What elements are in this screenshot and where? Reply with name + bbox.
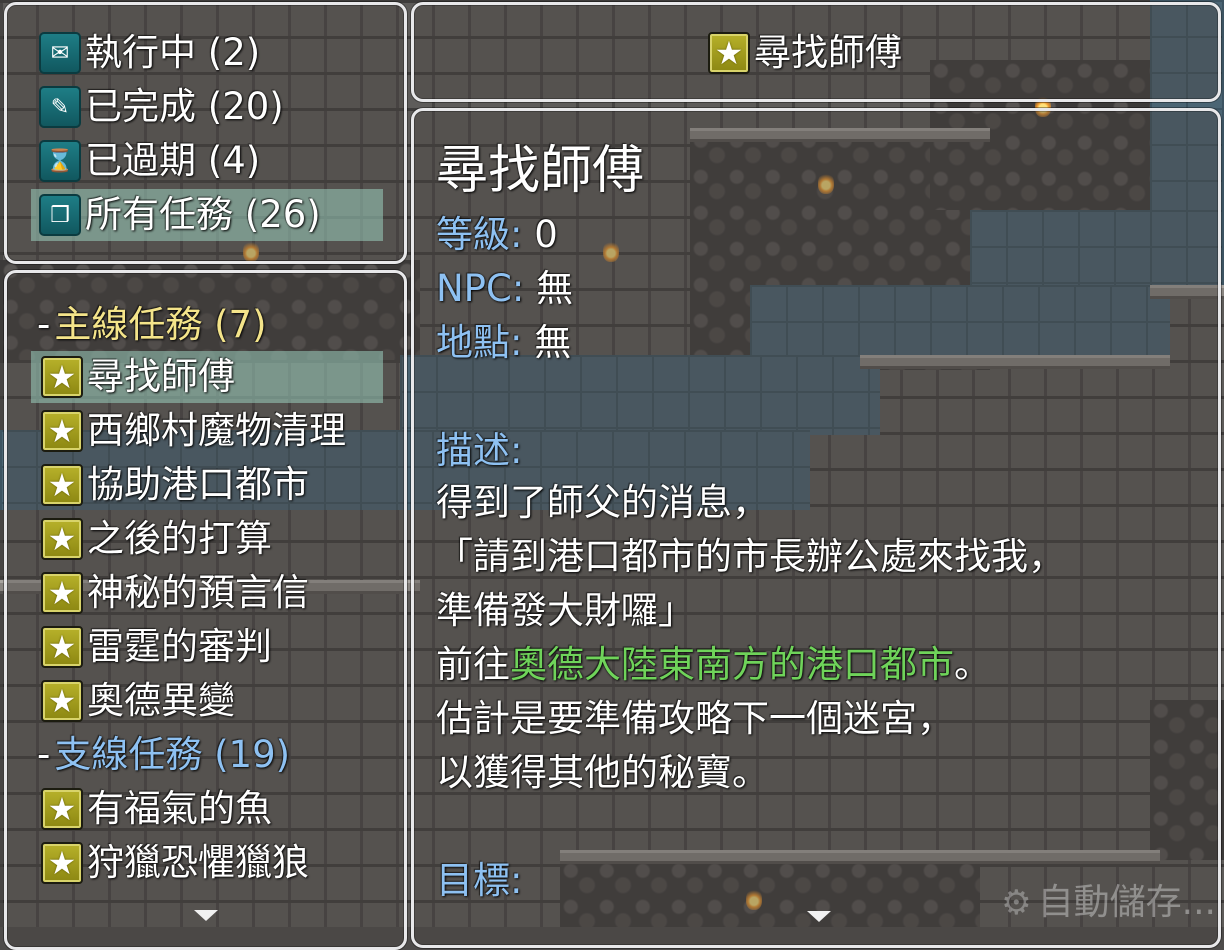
goto-prefix: 前往 <box>436 643 510 686</box>
group-prefix: - <box>37 303 51 346</box>
category-label: 已過期 (4) <box>85 139 261 182</box>
envelope-icon: ✉ <box>39 32 81 74</box>
group-label-side: 支線任務 (19) <box>54 733 291 776</box>
description-line: 得到了師父的消息， <box>436 481 769 524</box>
description-line: 「請到港口都市的市長辦公處來找我， <box>436 535 1065 578</box>
category-in-progress[interactable]: ✉ 執行中 (2) <box>39 27 260 79</box>
category-label: 執行中 (2) <box>85 31 261 74</box>
group-header-main[interactable]: - 主線任務 (7) <box>37 299 267 351</box>
quest-item[interactable]: ★ 神秘的預言信 <box>41 567 309 619</box>
location-row: 地點: 無 <box>436 317 571 369</box>
category-expired[interactable]: ⌛ 已過期 (4) <box>39 135 260 187</box>
group-prefix: - <box>37 733 51 776</box>
level-label: 等級: <box>436 213 523 256</box>
description-label: 描述: <box>436 429 523 472</box>
quest-category-window: ✉ 執行中 (2) ✎ 已完成 (20) ⌛ 已過期 (4) ❒ 所有任務 (2… <box>4 2 407 264</box>
star-icon: ★ <box>41 572 83 614</box>
star-icon: ★ <box>41 518 83 560</box>
quest-item[interactable]: ★ 奧德異變 <box>41 675 235 727</box>
quest-detail-window: 尋找師傅 等級: 0 NPC: 無 地點: 無 描述: 得到了師父的消息， 「請… <box>411 108 1221 948</box>
quest-item[interactable]: ★ 之後的打算 <box>41 513 272 565</box>
npc-label: NPC: <box>436 267 525 310</box>
quest-title-window: ★ 尋找師傅 <box>411 2 1221 102</box>
npc-row: NPC: 無 <box>436 263 573 315</box>
quill-icon: ✎ <box>39 86 81 128</box>
objective-label: 目標: <box>436 859 523 902</box>
quest-item-label: 奧德異變 <box>87 679 235 722</box>
quest-item[interactable]: ★ 有福氣的魚 <box>41 783 272 835</box>
quest-item-label: 之後的打算 <box>87 517 272 560</box>
description-line: 估計是要準備攻略下一個迷宮， <box>436 697 954 740</box>
category-all-quests[interactable]: ❒ 所有任務 (26) <box>31 189 383 241</box>
quest-item[interactable]: ★ 雷霆的審判 <box>41 621 272 673</box>
star-icon: ★ <box>41 842 83 884</box>
category-completed[interactable]: ✎ 已完成 (20) <box>39 81 284 133</box>
scroll-icon: ⌛ <box>39 140 81 182</box>
quest-item-label: 協助港口都市 <box>87 463 309 506</box>
star-icon: ★ <box>41 788 83 830</box>
quest-item[interactable]: ★ 尋找師傅 <box>31 351 383 403</box>
autosave-text: 自動儲存... <box>1037 882 1216 923</box>
description-line-destination: 前往奧德大陸東南方的港口都市。 <box>436 639 991 691</box>
quest-item-label: 有福氣的魚 <box>87 787 272 830</box>
level-row: 等級: 0 <box>436 209 558 261</box>
scroll-down-arrow[interactable] <box>194 910 218 921</box>
quest-title: ★ 尋找師傅 <box>708 27 902 79</box>
location-label: 地點: <box>436 321 523 364</box>
quest-item-label: 神秘的預言信 <box>87 571 309 614</box>
quest-list-window: - 主線任務 (7) ★ 尋找師傅 ★ 西鄉村魔物清理 ★ 協助港口都市 ★ 之後… <box>4 270 407 950</box>
quest-item[interactable]: ★ 狩獵恐懼獵狼 <box>41 837 309 889</box>
quest-item-label: 尋找師傅 <box>87 355 235 398</box>
location-value: 無 <box>534 321 572 364</box>
star-icon: ★ <box>41 410 83 452</box>
quest-item-label: 西鄉村魔物清理 <box>87 409 346 452</box>
goto-suffix: 。 <box>954 643 991 686</box>
star-icon: ★ <box>41 464 83 506</box>
destination-highlight: 奧德大陸東南方的港口都市 <box>510 643 954 686</box>
open-book-icon: ❒ <box>39 194 81 236</box>
quest-title-text: 尋找師傅 <box>754 31 902 74</box>
autosave-indicator: ⚙ 自動儲存... <box>1001 881 1216 925</box>
star-icon: ★ <box>708 32 750 74</box>
quest-item-label: 雷霆的審判 <box>87 625 272 668</box>
quest-item[interactable]: ★ 西鄉村魔物清理 <box>41 405 346 457</box>
gear-icon: ⚙ <box>1001 883 1032 923</box>
category-label: 所有任務 (26) <box>85 193 321 236</box>
level-value: 0 <box>534 213 558 256</box>
star-icon: ★ <box>41 626 83 668</box>
star-icon: ★ <box>41 680 83 722</box>
quest-item[interactable]: ★ 協助港口都市 <box>41 459 309 511</box>
group-label-main: 主線任務 (7) <box>54 303 267 346</box>
quest-name-heading: 尋找師傅 <box>436 141 645 201</box>
description-line: 準備發大財囉」 <box>436 589 695 632</box>
category-label: 已完成 (20) <box>85 85 284 128</box>
group-header-side[interactable]: - 支線任務 (19) <box>37 729 290 781</box>
npc-value: 無 <box>536 267 574 310</box>
scroll-down-arrow[interactable] <box>807 911 831 922</box>
star-icon: ★ <box>41 356 83 398</box>
description-line: 以獲得其他的秘寶。 <box>436 751 769 794</box>
quest-item-label: 狩獵恐懼獵狼 <box>87 841 309 884</box>
